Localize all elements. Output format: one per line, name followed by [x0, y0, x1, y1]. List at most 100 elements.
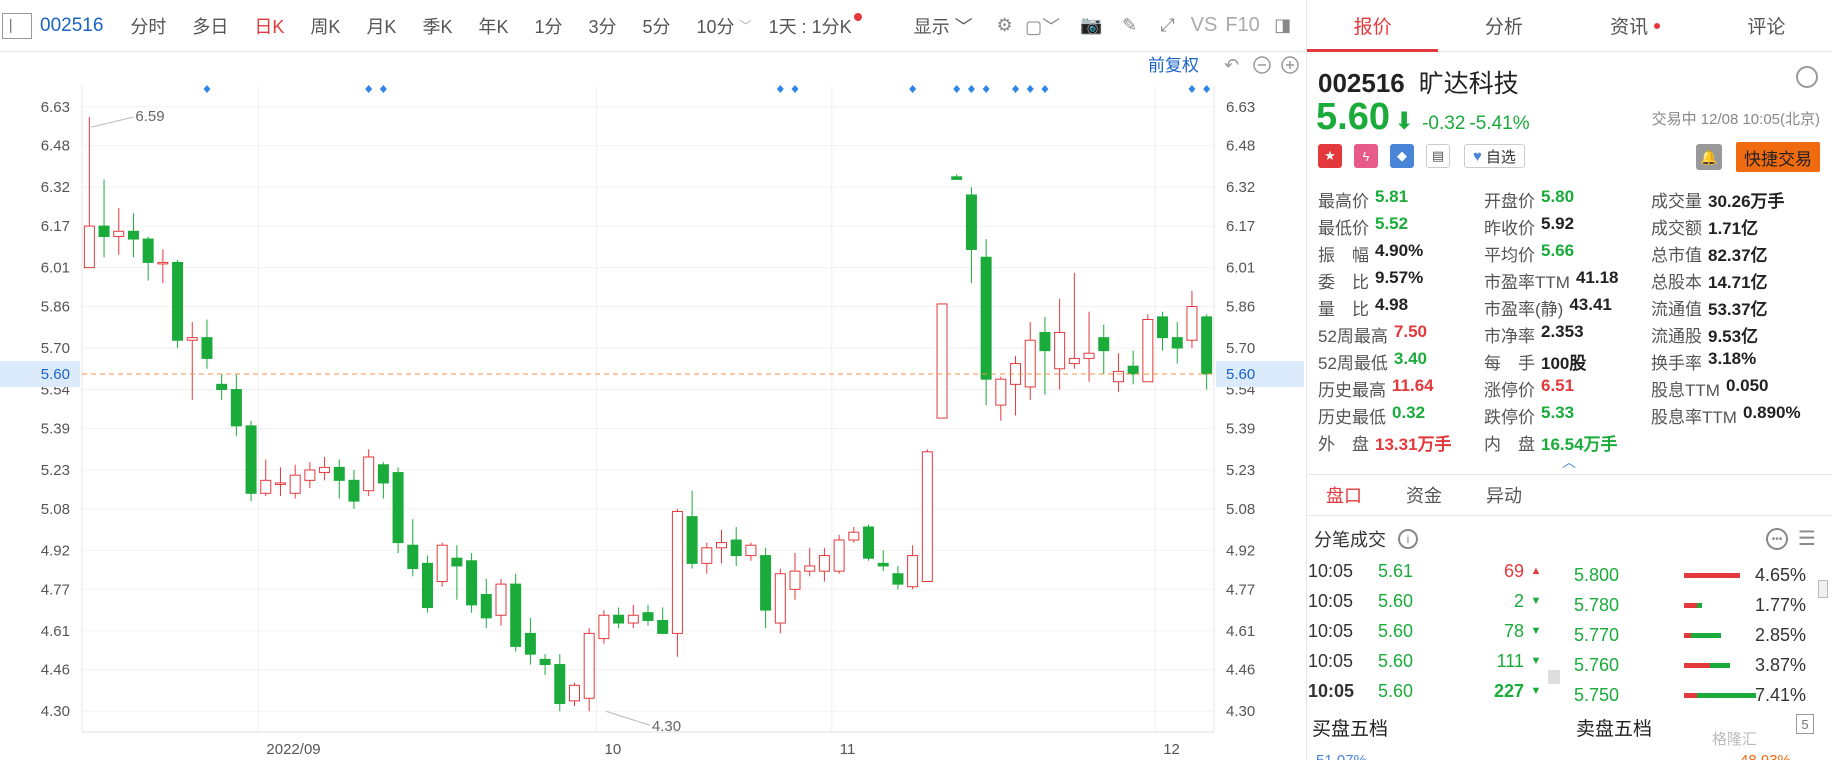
vs-compare-button[interactable]: VS: [1187, 14, 1222, 37]
candle-body: [642, 612, 654, 621]
rectangle-select-icon[interactable]: ▢﹀: [1025, 15, 1060, 37]
candle-body: [377, 464, 389, 484]
quote-value: 5.80: [1541, 187, 1575, 206]
levels-count-button[interactable]: 5: [1796, 714, 1814, 734]
y-tick-label-right: 4.92: [1226, 542, 1255, 559]
candle-body: [421, 562, 433, 608]
f10-button[interactable]: F10: [1221, 14, 1263, 37]
scrollbar-thumb[interactable]: [1818, 580, 1828, 598]
tab-comments[interactable]: 评论: [1701, 0, 1832, 51]
quote-value: 0.890%: [1742, 403, 1801, 422]
period-tab-3min[interactable]: 3分: [576, 13, 630, 39]
panel-toggle-icon[interactable]: ◨: [1271, 15, 1295, 37]
period-tab-10min[interactable]: 10分: [684, 13, 748, 39]
period-tab-daily[interactable]: 日K: [241, 13, 297, 39]
chevron-up-icon[interactable]: ︿: [1562, 452, 1576, 472]
forward-adjust-label[interactable]: 前复权: [1148, 56, 1199, 75]
lightning-icon[interactable]: ϟ: [1354, 144, 1378, 168]
info-icon[interactable]: i: [1398, 529, 1418, 549]
tab-news[interactable]: 资讯: [1570, 0, 1701, 51]
trades-header: 分笔成交 i: [1314, 526, 1418, 552]
quote-label: 内 盘: [1484, 435, 1535, 454]
quote-cell: 振 幅 4.90%: [1318, 241, 1484, 266]
quote-label: 平均价: [1484, 246, 1535, 265]
y-tick-label-right: 4.46: [1226, 662, 1255, 679]
book-price: 5.780: [1574, 594, 1620, 615]
book-bar-sell: [1710, 662, 1730, 668]
more-icon[interactable]: •••: [1766, 528, 1788, 550]
candle-body: [804, 565, 816, 572]
y-tick-label-left: 5.08: [41, 501, 70, 518]
candle-body: [568, 684, 580, 702]
quote-cell: 成交额 1.71亿: [1651, 214, 1828, 239]
sub-tabs: 盘口 资金 异动: [1306, 474, 1832, 516]
event-marker-icon: [967, 85, 975, 93]
quote-cell: 市盈率(静) 43.41: [1484, 295, 1651, 320]
y-tick-label-left: 6.01: [41, 260, 70, 277]
tab-order-book[interactable]: 盘口: [1326, 482, 1362, 508]
book-bar-sell: [1697, 602, 1702, 608]
candle-body: [627, 614, 639, 624]
toolbar-stock-code[interactable]: 002516: [40, 15, 103, 37]
kline-chart[interactable]: 6.63 6.63 6.48 6.48 6.32 6.32 6.17 6.17 6.01 6.01…: [0, 52, 1305, 760]
gear-icon[interactable]: ⚙: [993, 15, 1017, 37]
candle-body: [774, 573, 786, 624]
tag-icon[interactable]: ◆: [1390, 144, 1414, 168]
fullscreen-icon[interactable]: ⤢: [1156, 15, 1180, 37]
gear-icon[interactable]: [1796, 66, 1818, 88]
quote-value: 16.54万手: [1541, 435, 1618, 454]
candle-body: [392, 472, 404, 544]
pencil-icon[interactable]: ✎: [1118, 15, 1142, 37]
notification-dot: [853, 12, 862, 21]
candle-body: [1098, 337, 1110, 352]
chevron-down-icon[interactable]: ﹀: [740, 17, 752, 34]
list-icon[interactable]: ☰: [1798, 526, 1816, 551]
quote-label: 外 盘: [1318, 435, 1369, 454]
current-price: 5.60: [1316, 96, 1390, 138]
tab-analysis[interactable]: 分析: [1438, 0, 1569, 51]
scroll-indicator[interactable]: [1548, 670, 1560, 684]
china-flag-icon[interactable]: ★: [1318, 144, 1342, 168]
period-select[interactable]: 1天 : 1分K: [756, 12, 875, 39]
current-price-tag-right-text: 5.60: [1226, 366, 1255, 383]
quick-trade-button[interactable]: 快捷交易: [1736, 142, 1820, 172]
sidebar-toggle-icon[interactable]: ⎸: [2, 12, 32, 39]
book-pct: 4.65%: [1754, 564, 1806, 585]
tab-quote[interactable]: 报价: [1307, 0, 1439, 52]
document-icon[interactable]: ▤: [1426, 144, 1450, 168]
tab-anomaly[interactable]: 异动: [1486, 482, 1522, 508]
kline-chart-svg[interactable]: 6.63 6.63 6.48 6.48 6.32 6.32 6.17 6.17 6.01 6.01…: [0, 52, 1305, 760]
watchlist-button[interactable]: ♥ 自选: [1464, 144, 1525, 168]
order-book-distribution: 5.800 4.65% 5.780 1.77% 5.770 2.85% 5.760 3.87%…: [1574, 560, 1814, 710]
camera-icon[interactable]: 📷: [1080, 15, 1104, 37]
quote-value: 5.92: [1541, 214, 1575, 233]
period-tab-weekly[interactable]: 周K: [297, 13, 353, 39]
tab-fund-flow[interactable]: 资金: [1406, 482, 1442, 508]
period-tab-yearly[interactable]: 年K: [465, 13, 521, 39]
period-tab-1min[interactable]: 1分: [521, 13, 575, 39]
quote-value: 4.98: [1375, 295, 1409, 314]
candle-body: [216, 383, 228, 391]
y-tick-label-left: 4.46: [41, 662, 70, 679]
quote-value: 53.37亿: [1708, 300, 1768, 319]
candle-body: [818, 555, 830, 572]
y-tick-label-left: 5.86: [41, 299, 70, 316]
candle-body: [436, 544, 448, 583]
period-tab-monthly[interactable]: 月K: [353, 13, 409, 39]
trade-time: 10:05: [1308, 620, 1354, 641]
period-tab-5min[interactable]: 5分: [630, 13, 684, 39]
period-tab-multiday[interactable]: 多日: [179, 13, 241, 39]
quote-label: 总市值: [1651, 246, 1702, 265]
quote-label: 股息TTM: [1651, 381, 1720, 400]
chart-toolbar: ⎸ 002516 分时 多日 日K 周K 月K 季K 年K 1分 3分 5分 1…: [0, 0, 1305, 52]
quote-row: 52周最高 7.50 市净率 2.353 流通股 9.53亿: [1318, 321, 1828, 348]
buy-ratio: 51.07%: [1316, 752, 1367, 760]
book-row: 5.770 2.85%: [1574, 620, 1814, 650]
display-menu[interactable]: 显示 ﹀: [901, 13, 986, 39]
period-tab-fenshi[interactable]: 分时: [117, 13, 179, 39]
period-tab-quarterly[interactable]: 季K: [409, 13, 465, 39]
quote-value: 13.31万手: [1375, 435, 1452, 454]
triangle-down-icon: ▼: [1530, 655, 1542, 667]
bell-icon[interactable]: 🔔: [1696, 144, 1722, 170]
undo-icon[interactable]: ↶: [1224, 55, 1239, 76]
